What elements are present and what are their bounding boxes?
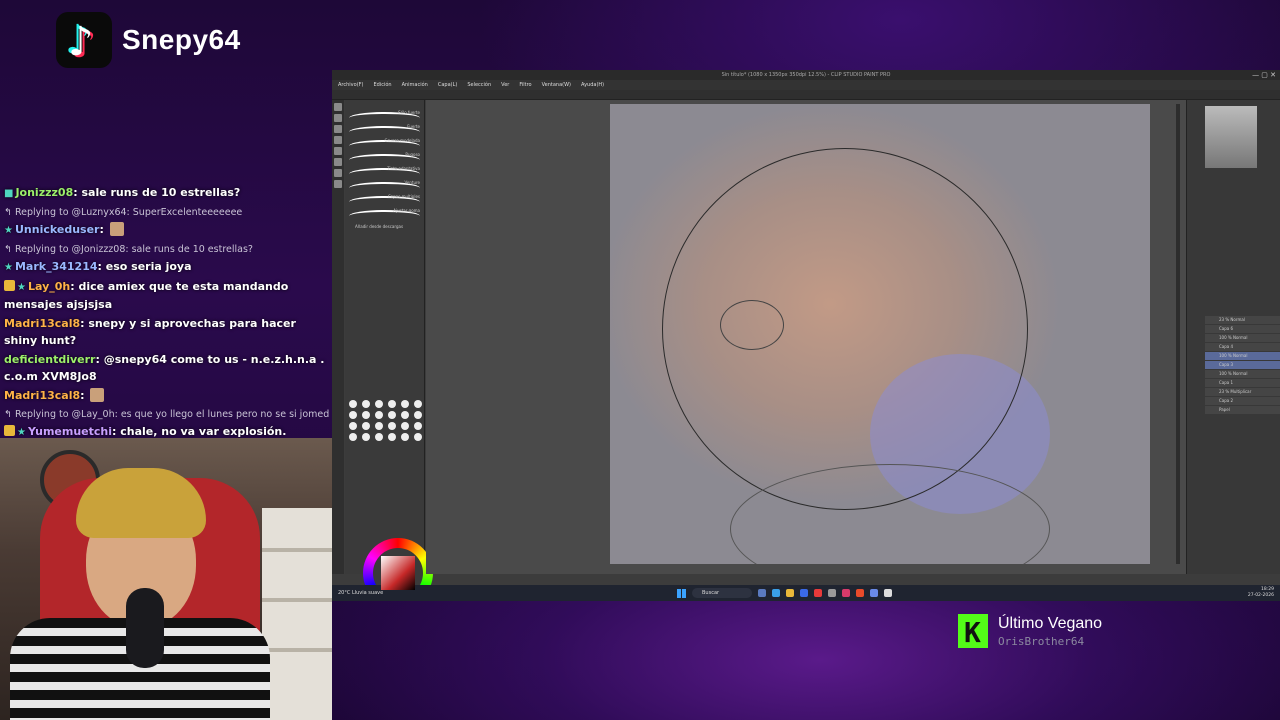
brush-preset[interactable]: Capas multiples xyxy=(349,194,420,208)
menu-item[interactable]: Selección xyxy=(467,80,491,90)
layer-row-selected[interactable]: Capa 3 xyxy=(1205,361,1280,369)
webcam-feed xyxy=(0,438,332,720)
drawing-canvas[interactable] xyxy=(610,104,1150,564)
system-clock[interactable]: 18:29 27-02-2026 xyxy=(1248,587,1274,599)
streamer-brand: ♪ Snepy64 xyxy=(56,12,241,68)
right-panel: 23 % Normal Capa 6 100 % Normal Capa 4 1… xyxy=(1186,100,1280,574)
chat-reply: ↰ Replying to @Lay_0h: es que yo llego e… xyxy=(4,409,330,420)
menu-item[interactable]: Archivo(F) xyxy=(338,80,363,90)
fill-tool-icon[interactable] xyxy=(334,136,342,144)
color-picker-square[interactable] xyxy=(381,556,415,590)
menu-item[interactable]: Ver xyxy=(501,80,509,90)
chat-message: deficientdiverr: @snepy64 come to us - n… xyxy=(4,353,325,383)
now-playing-widget: Último Vegano OrisBrother64 xyxy=(958,614,1103,649)
bookshelf xyxy=(262,508,332,720)
layer-row[interactable]: 23 % Multiplicar xyxy=(1205,388,1280,396)
brush-size-palette[interactable] xyxy=(349,400,422,441)
layer-row[interactable]: 100 % Normal xyxy=(1205,370,1280,378)
chat-message: ★ Mark_341214: eso seria joya xyxy=(4,260,192,273)
layer-row-selected[interactable]: 100 % Normal xyxy=(1205,352,1280,360)
brush-preset[interactable]: Ajustar goma xyxy=(349,208,420,222)
sketch-head-circle xyxy=(662,148,1028,510)
brush-tool-icon[interactable] xyxy=(334,114,342,122)
layer-row[interactable]: Capa 2 xyxy=(1205,397,1280,405)
brush-preset[interactable]: Venture xyxy=(349,180,420,194)
text-tool-icon[interactable] xyxy=(334,169,342,177)
layer-row[interactable]: Capa 1 xyxy=(1205,379,1280,387)
window-controls[interactable]: — ▢ ✕ xyxy=(1252,70,1276,80)
add-brushes-link[interactable]: Añadir desde descargas xyxy=(345,224,424,229)
command-bar[interactable] xyxy=(332,90,1280,100)
app-icon[interactable] xyxy=(870,589,878,597)
taskbar-search[interactable]: Buscar xyxy=(692,588,752,598)
brush-preset[interactable]: Tinta adaptativa xyxy=(349,166,420,180)
eraser-tool-icon[interactable] xyxy=(334,125,342,133)
canvas-scrollbar[interactable] xyxy=(1176,104,1180,564)
app-icon[interactable] xyxy=(842,589,850,597)
pen-tool-icon[interactable] xyxy=(334,103,342,111)
layer-panel: 23 % Normal Capa 6 100 % Normal Capa 4 1… xyxy=(1187,316,1280,415)
app-icon[interactable] xyxy=(814,589,822,597)
navigator-preview[interactable] xyxy=(1205,106,1257,168)
taskbar-center: Buscar xyxy=(677,588,892,598)
app-icon[interactable] xyxy=(828,589,836,597)
edge-icon[interactable] xyxy=(772,589,780,597)
song-artist: OrisBrother64 xyxy=(998,634,1085,648)
brush-preset[interactable]: Rugoso xyxy=(349,152,420,166)
emote-icon xyxy=(109,222,124,236)
screen-capture: Sin título* (1080 x 1350px 350dpi 12.5%)… xyxy=(332,70,1280,601)
tool-palette[interactable] xyxy=(332,100,344,574)
emote-icon xyxy=(90,388,105,402)
menu-item[interactable]: Edición xyxy=(373,80,391,90)
windows-start-icon[interactable] xyxy=(677,588,686,598)
chat-message: Madri13cal8: xyxy=(4,387,330,404)
eyedropper-tool-icon[interactable] xyxy=(334,180,342,188)
chat-reply: ↰ Replying to @Luznyx64: SuperExcelentee… xyxy=(4,207,243,218)
streamer-name: Snepy64 xyxy=(122,24,241,55)
layer-row[interactable]: Papel xyxy=(1205,406,1280,414)
menu-item[interactable]: Ventana(W) xyxy=(542,80,571,90)
microphone-icon xyxy=(126,588,164,668)
canvas-workspace[interactable] xyxy=(426,100,1186,574)
app-icon[interactable] xyxy=(884,589,892,597)
chat-message: ★ Lay_0h: dice amiex que te esta mandando… xyxy=(4,280,289,311)
select-tool-icon[interactable] xyxy=(334,147,342,155)
menu-item[interactable]: Capa(L) xyxy=(438,80,457,90)
app-icon[interactable] xyxy=(856,589,864,597)
chat-message: Madri13cal8: snepy y si aprovechas para … xyxy=(4,317,296,347)
layer-row[interactable]: Capa 6 xyxy=(1205,325,1280,333)
layer-row[interactable]: Capa 4 xyxy=(1205,343,1280,351)
sketch-eye xyxy=(720,300,784,350)
store-icon[interactable] xyxy=(800,589,808,597)
chat-reply: ↰ Replying to @Jonizzz08: sale runs de 1… xyxy=(4,244,253,255)
layer-row[interactable]: 23 % Normal xyxy=(1205,316,1280,324)
menu-item[interactable]: Ayuda(H) xyxy=(581,80,604,90)
brush-preset[interactable]: Gruesa modelada xyxy=(349,138,420,152)
brush-preset[interactable]: Sólo fuerte xyxy=(349,110,420,124)
menu-bar: Archivo(F) Edición Animación Capa(L) Sel… xyxy=(332,80,1280,90)
taskview-icon[interactable] xyxy=(758,589,766,597)
window-titlebar: Sin título* (1080 x 1350px 350dpi 12.5%)… xyxy=(332,70,1280,80)
chat-message: ★ Unnickeduser: xyxy=(4,221,330,239)
move-tool-icon[interactable] xyxy=(334,158,342,166)
song-title: Último Vegano xyxy=(998,614,1103,632)
weather-widget[interactable]: 20°C Lluvia suave xyxy=(338,590,398,596)
chat-overlay: ■ Jonizzz08: sale runs de 10 estrellas? ↰… xyxy=(4,184,330,443)
layer-row[interactable]: 100 % Normal xyxy=(1205,334,1280,342)
menu-item[interactable]: Animación xyxy=(402,80,428,90)
brush-preset[interactable]: Fuerte xyxy=(349,124,420,138)
chat-message: ■ Jonizzz08: sale runs de 10 estrellas? xyxy=(4,186,241,199)
folder-icon[interactable] xyxy=(786,589,794,597)
windows-taskbar: 20°C Lluvia suave Buscar 18:29 27-02-2026 xyxy=(332,585,1280,601)
kick-logo-icon xyxy=(958,614,988,649)
menu-item[interactable]: Filtro xyxy=(519,80,531,90)
tiktok-logo-icon: ♪ xyxy=(56,12,112,68)
window-title: Sin título* (1080 x 1350px 350dpi 12.5%)… xyxy=(721,72,891,78)
sub-tool-palette: Sólo fuerte Fuerte Gruesa modelada Rugos… xyxy=(345,100,433,601)
